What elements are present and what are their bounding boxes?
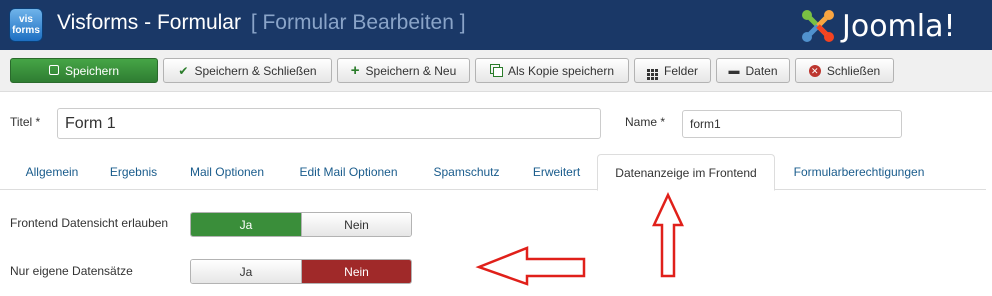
own-records-only-yes[interactable]: Ja xyxy=(191,260,301,283)
header-bar: vis forms Visforms - Formular [ Formular… xyxy=(0,0,992,50)
own-records-only-label: Nur eigene Datensätze xyxy=(10,264,133,278)
save-close-button-label: Speichern & Schließen xyxy=(194,63,317,78)
data-icon: ▬ xyxy=(728,64,740,77)
title-label: Titel * xyxy=(10,115,41,129)
frontend-data-view-label: Frontend Datensicht erlauben xyxy=(10,216,169,230)
save-new-button-label: Speichern & Neu xyxy=(365,63,457,78)
page-title-sub: [ Formular Bearbeiten ] xyxy=(250,11,466,34)
own-records-only-no[interactable]: Nein xyxy=(301,260,411,283)
plus-icon: + xyxy=(350,61,360,79)
close-circle-icon: ✕ xyxy=(808,64,821,77)
fields-button[interactable]: Felder xyxy=(634,58,711,83)
data-button-label: Daten xyxy=(745,63,778,78)
frontend-data-view-toggle: Ja Nein xyxy=(190,212,412,237)
annotation-arrow-up xyxy=(652,192,684,278)
tab-spamschutz[interactable]: Spamschutz xyxy=(416,154,517,190)
own-records-only-toggle: Ja Nein xyxy=(190,259,412,284)
edit-icon xyxy=(48,64,59,77)
app-icon-text-line2: forms xyxy=(12,25,40,36)
page-title-main: Visforms - Formular xyxy=(57,11,241,34)
close-button[interactable]: ✕ Schließen xyxy=(795,58,894,83)
tab-datenanzeige-im-frontend[interactable]: Datenanzeige im Frontend xyxy=(597,154,775,191)
check-icon: ✔ xyxy=(178,63,189,78)
frontend-data-view-yes[interactable]: Ja xyxy=(191,213,301,236)
joomla-mark-icon xyxy=(802,10,834,42)
copy-icon xyxy=(489,63,503,78)
app-icon-text-line1: vis xyxy=(19,14,33,25)
tab-ergebnis[interactable]: Ergebnis xyxy=(94,154,173,190)
toolbar: Speichern ✔ Speichern & Schließen + Spei… xyxy=(0,50,992,92)
frontend-data-view-no[interactable]: Nein xyxy=(301,213,411,236)
title-input[interactable]: Form 1 xyxy=(57,108,601,139)
tab-edit-mail-optionen[interactable]: Edit Mail Optionen xyxy=(281,154,416,190)
tab-formularberechtigungen[interactable]: Formularberechtigungen xyxy=(775,154,943,190)
visforms-app-icon: vis forms xyxy=(9,8,43,42)
fields-button-label: Felder xyxy=(663,63,698,78)
joomla-logo: Joomla! xyxy=(798,6,984,46)
save-as-copy-button-label: Als Kopie speichern xyxy=(507,63,615,78)
close-button-label: Schließen xyxy=(826,63,881,78)
save-new-button[interactable]: + Speichern & Neu xyxy=(337,58,470,83)
tab-erweitert[interactable]: Erweitert xyxy=(517,154,596,190)
name-input[interactable]: form1 xyxy=(682,110,902,138)
tab-bar: Allgemein Ergebnis Mail Optionen Edit Ma… xyxy=(0,154,986,191)
joomla-wordmark: Joomla! xyxy=(842,9,956,44)
grid-icon xyxy=(646,62,658,80)
tab-mail-optionen[interactable]: Mail Optionen xyxy=(173,154,281,190)
annotation-arrow-left xyxy=(475,246,586,286)
save-close-button[interactable]: ✔ Speichern & Schließen xyxy=(163,58,332,83)
name-label: Name * xyxy=(625,115,666,129)
save-button-label: Speichern xyxy=(64,63,120,78)
save-button[interactable]: Speichern xyxy=(10,58,158,83)
tab-allgemein[interactable]: Allgemein xyxy=(10,154,94,190)
data-button[interactable]: ▬ Daten xyxy=(716,58,790,83)
page-title: Visforms - Formular [ Formular Bearbeite… xyxy=(57,11,466,35)
save-as-copy-button[interactable]: Als Kopie speichern xyxy=(475,58,629,83)
